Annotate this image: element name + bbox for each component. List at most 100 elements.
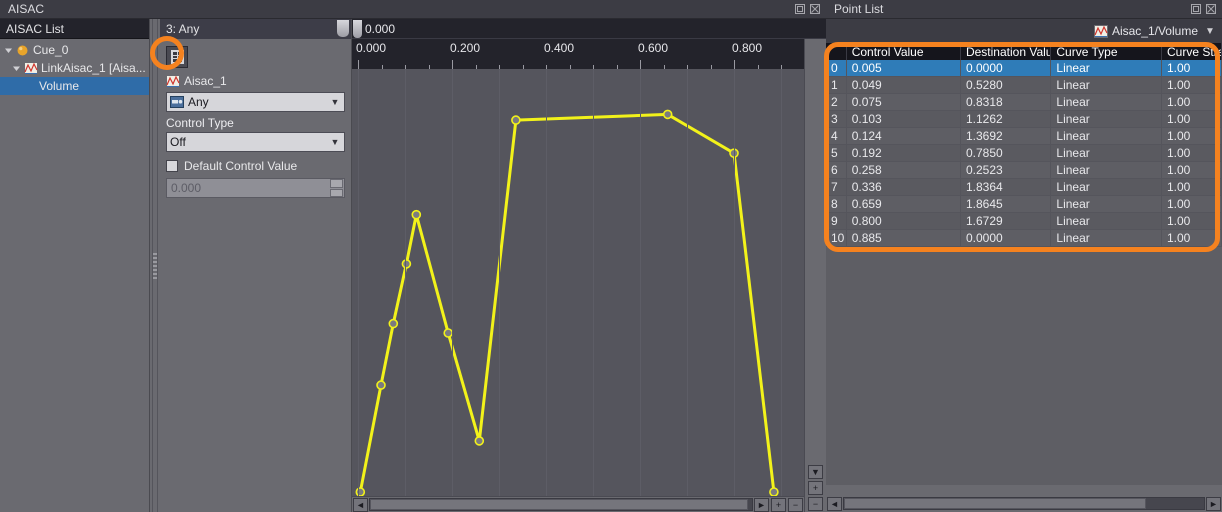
table-cell[interactable]: 7 <box>826 179 847 195</box>
table-cell[interactable]: 1.00 <box>1162 60 1222 76</box>
table-cell[interactable]: Linear <box>1051 128 1162 144</box>
table-row[interactable]: 60.2580.2523Linear1.00 <box>826 162 1222 179</box>
table-row[interactable]: 50.1920.7850Linear1.00 <box>826 145 1222 162</box>
table-cell[interactable]: Linear <box>1051 145 1162 161</box>
table-cell[interactable]: 5 <box>826 145 847 161</box>
expand-arrow-icon[interactable] <box>10 64 23 73</box>
stepper-down[interactable] <box>330 189 343 198</box>
stepper-buttons[interactable] <box>330 179 344 197</box>
graph-plot-area[interactable] <box>352 69 804 496</box>
scroll-right-button[interactable]: ► <box>1206 497 1221 511</box>
table-cell[interactable]: 0.659 <box>847 196 961 212</box>
column-header-curve-type[interactable]: Curve Type <box>1051 43 1162 60</box>
table-cell[interactable]: 4 <box>826 128 847 144</box>
curve-point[interactable] <box>512 116 520 124</box>
aisac-tree[interactable]: Cue_0 LinkAisac_1 [Aisa... Volume <box>0 39 149 512</box>
table-cell[interactable]: Linear <box>1051 230 1162 246</box>
table-cell[interactable]: 0.192 <box>847 145 961 161</box>
hzoom-in-button[interactable]: + <box>771 498 786 512</box>
table-cell[interactable]: 1.00 <box>1162 77 1222 93</box>
vzoom-out-button[interactable]: − <box>808 497 823 511</box>
table-row[interactable]: 90.8001.6729Linear1.00 <box>826 213 1222 230</box>
table-cell[interactable]: 3 <box>826 111 847 127</box>
hscroll-track[interactable] <box>369 498 753 511</box>
table-row[interactable]: 80.6591.8645Linear1.00 <box>826 196 1222 213</box>
hzoom-out-button[interactable]: − <box>788 498 803 512</box>
default-control-value-field[interactable]: 0.000 <box>167 181 330 195</box>
table-cell[interactable]: 2 <box>826 94 847 110</box>
table-cell[interactable]: 0.5280 <box>961 77 1051 93</box>
default-control-value-row[interactable]: Default Control Value <box>166 158 345 174</box>
control-type-combo[interactable]: Off ▼ <box>166 132 345 152</box>
table-cell[interactable]: 0.005 <box>847 60 961 76</box>
vzoom-in-button[interactable]: + <box>808 481 823 495</box>
table-cell[interactable]: 0.7850 <box>961 145 1051 161</box>
point-list-grid-button[interactable] <box>166 46 188 68</box>
column-header-control-value[interactable]: Control Value <box>847 43 961 60</box>
curve-polyline[interactable] <box>360 114 774 492</box>
table-cell[interactable]: 0.2523 <box>961 162 1051 178</box>
default-control-value-stepper[interactable]: 0.000 <box>166 178 345 198</box>
table-row[interactable]: 10.0490.5280Linear1.00 <box>826 77 1222 94</box>
table-cell[interactable]: 0 <box>826 60 847 76</box>
table-cell[interactable]: 1.00 <box>1162 179 1222 195</box>
curve-point[interactable] <box>412 211 420 219</box>
table-cell[interactable]: Linear <box>1051 60 1162 76</box>
params-tab-handle[interactable] <box>337 20 349 37</box>
table-cell[interactable]: 1.3692 <box>961 128 1051 144</box>
graph-curve[interactable] <box>352 69 804 496</box>
scroll-right-button[interactable]: ► <box>754 498 769 512</box>
table-cell[interactable]: 1.00 <box>1162 213 1222 229</box>
table-row[interactable]: 40.1241.3692Linear1.00 <box>826 128 1222 145</box>
table-cell[interactable]: 1 <box>826 77 847 93</box>
table-cell[interactable]: 0.258 <box>847 162 961 178</box>
scroll-left-button[interactable]: ◄ <box>353 498 368 512</box>
table-cell[interactable]: 0.0000 <box>961 230 1051 246</box>
table-cell[interactable]: 1.00 <box>1162 145 1222 161</box>
tree-item-cue-0[interactable]: Cue_0 <box>0 41 149 59</box>
close-icon[interactable] <box>1205 3 1217 15</box>
column-header-curve-strength[interactable]: Curve Strength <box>1162 43 1222 60</box>
table-cell[interactable]: Linear <box>1051 77 1162 93</box>
curve-point[interactable] <box>389 320 397 328</box>
table-row[interactable]: 70.3361.8364Linear1.00 <box>826 179 1222 196</box>
close-icon[interactable] <box>809 3 821 15</box>
value-marker-handle[interactable] <box>353 20 362 38</box>
table-cell[interactable]: 10 <box>826 230 847 246</box>
default-control-value-checkbox[interactable] <box>166 160 178 172</box>
hscroll-thumb[interactable] <box>370 499 748 510</box>
chevron-down-icon[interactable]: ▼ <box>328 97 342 107</box>
curve-point[interactable] <box>475 437 483 445</box>
restore-icon[interactable] <box>1190 3 1202 15</box>
table-cell[interactable]: Linear <box>1051 162 1162 178</box>
table-cell[interactable]: 1.00 <box>1162 128 1222 144</box>
table-cell[interactable]: Linear <box>1051 196 1162 212</box>
point-list-table[interactable]: Control ValueDestination ValueCurve Type… <box>826 43 1222 485</box>
table-cell[interactable]: 1.00 <box>1162 94 1222 110</box>
table-cell[interactable]: 8 <box>826 196 847 212</box>
table-cell[interactable]: 0.800 <box>847 213 961 229</box>
table-row[interactable]: 00.0050.0000Linear1.00 <box>826 60 1222 77</box>
scroll-down-button[interactable]: ▼ <box>808 465 823 479</box>
point-list-hscrollbar[interactable]: ◄ ► <box>826 495 1222 512</box>
splitter-grip[interactable] <box>153 253 157 279</box>
table-cell[interactable]: 1.8364 <box>961 179 1051 195</box>
table-cell[interactable]: 1.1262 <box>961 111 1051 127</box>
curve-point[interactable] <box>770 488 778 496</box>
curve-point[interactable] <box>377 381 385 389</box>
graph-hscrollbar[interactable]: ◄ ► + − <box>352 496 804 512</box>
chevron-down-icon[interactable]: ▼ <box>1202 26 1218 37</box>
table-cell[interactable]: 1.00 <box>1162 230 1222 246</box>
table-cell[interactable]: Linear <box>1051 94 1162 110</box>
table-cell[interactable]: 0.885 <box>847 230 961 246</box>
table-cell[interactable]: 1.00 <box>1162 162 1222 178</box>
restore-icon[interactable] <box>794 3 806 15</box>
table-cell[interactable]: 1.8645 <box>961 196 1051 212</box>
table-row[interactable]: 30.1031.1262Linear1.00 <box>826 111 1222 128</box>
curve-point[interactable] <box>402 260 410 268</box>
table-body[interactable]: 00.0050.0000Linear1.0010.0490.5280Linear… <box>826 60 1222 247</box>
table-cell[interactable]: 1.6729 <box>961 213 1051 229</box>
column-header-index[interactable] <box>826 43 847 60</box>
stepper-up[interactable] <box>330 179 343 188</box>
column-header-destination-value[interactable]: Destination Value <box>961 43 1051 60</box>
